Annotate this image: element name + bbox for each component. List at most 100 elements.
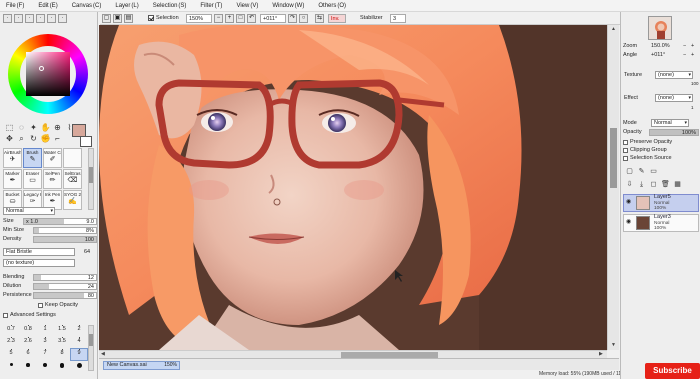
menu-others[interactable]: Others(O) xyxy=(312,3,346,9)
size-preset[interactable]: 7 xyxy=(37,349,53,360)
new-linework-layer-icon[interactable]: ✎ xyxy=(637,167,646,176)
new-layer-icon[interactable]: ▢ xyxy=(625,167,634,176)
brush-brush[interactable]: Brush ✎ xyxy=(23,148,42,168)
size-preset[interactable]: 8 xyxy=(54,349,70,360)
angle-minus-icon[interactable]: − xyxy=(683,52,686,59)
zoom-plus-icon[interactable]: + xyxy=(691,43,694,50)
panel-toggle-5[interactable]: · xyxy=(47,14,56,23)
delete-layer-icon[interactable]: 🗑 xyxy=(661,180,670,189)
menu-view[interactable]: View(V) xyxy=(230,3,258,9)
brush-airbrush[interactable]: AirBrush ✈ xyxy=(3,148,22,168)
size-preset[interactable]: 0.8 xyxy=(20,325,36,336)
menu-canvas[interactable]: Canvas(C) xyxy=(66,3,102,9)
layer-opacity-slider[interactable]: 100% xyxy=(649,129,699,136)
vertical-scroll-thumb[interactable] xyxy=(610,128,617,188)
hand-icon[interactable]: ✋ xyxy=(40,122,51,133)
magic-wand-icon[interactable]: ✦ xyxy=(28,122,39,133)
layer-texture-select[interactable]: (none) xyxy=(655,71,693,79)
zoom-out-button[interactable]: − xyxy=(214,14,223,23)
saturation-value-square[interactable] xyxy=(26,52,70,96)
blending-param[interactable]: Blending 12 xyxy=(3,274,97,281)
merge-down-icon[interactable]: ⤓ xyxy=(637,180,646,189)
clipping-group-checkbox[interactable] xyxy=(623,147,628,153)
layer-row[interactable]: ◉ Layer3 Normal 100% xyxy=(623,214,699,232)
layer-mode-select[interactable]: Normal xyxy=(651,119,689,127)
size-param[interactable]: Size x 1.0 9.0 xyxy=(3,218,97,225)
angle-plus-icon[interactable]: + xyxy=(691,52,694,59)
size-preset[interactable]: 2 xyxy=(71,325,87,336)
brush-water-color[interactable]: Water Color✐ xyxy=(43,148,62,168)
size-preset[interactable]: 1 xyxy=(37,325,53,336)
persistence-slider[interactable]: 80 xyxy=(33,292,97,299)
zoom-minus-icon[interactable]: − xyxy=(683,43,686,50)
blend-mode-select[interactable]: Normal xyxy=(3,207,55,215)
panel-toggle-2[interactable]: · xyxy=(14,14,23,23)
blending-slider[interactable]: 12 xyxy=(33,274,97,281)
transfer-down-icon[interactable]: ⇩ xyxy=(625,180,634,189)
advanced-settings-checkbox[interactable] xyxy=(3,312,8,318)
size-preset[interactable] xyxy=(3,361,19,372)
invert-button[interactable]: Inv. xyxy=(328,14,346,23)
size-preset[interactable] xyxy=(54,361,70,372)
size-preset[interactable]: 1.5 xyxy=(54,325,70,336)
brush-grid-scrollbar[interactable] xyxy=(88,148,94,210)
brush-selpen[interactable]: SelPen ✏ xyxy=(43,169,62,189)
size-preset[interactable]: 2.3 xyxy=(3,337,19,348)
keep-opacity-row[interactable]: Keep Opacity xyxy=(38,302,78,308)
panel-toggle-3[interactable]: · xyxy=(25,14,34,23)
size-preset[interactable] xyxy=(37,361,53,372)
rotate-reset-button[interactable]: ○ xyxy=(299,14,308,23)
menu-edit[interactable]: Edit(E) xyxy=(32,3,57,9)
menu-file[interactable]: File(F) xyxy=(0,3,24,9)
zoom-in-button[interactable]: + xyxy=(225,14,234,23)
brush-eraser[interactable]: Eraser ▭ xyxy=(23,169,42,189)
size-preset[interactable]: 5 xyxy=(3,349,19,360)
selection-checkbox[interactable] xyxy=(148,15,154,21)
size-preset-scrollbar[interactable] xyxy=(88,325,94,371)
canvas[interactable] xyxy=(99,25,607,350)
select-rect-icon[interactable]: ⬚ xyxy=(4,122,15,133)
size-preset[interactable]: 4 xyxy=(71,337,87,348)
brush-syog-2[interactable]: SYOG 2 ✍ xyxy=(63,190,82,210)
zoom-reset-button[interactable]: □ xyxy=(236,14,245,23)
dilution-param[interactable]: Dilution 24 xyxy=(3,283,97,290)
layer-mask-icon[interactable]: ▦ xyxy=(673,180,682,189)
density-slider[interactable]: 100 xyxy=(33,236,97,243)
density-param[interactable]: Density 100 xyxy=(3,236,97,243)
rotate-left-button[interactable]: ↶ xyxy=(247,14,256,23)
size-preset[interactable]: 2.6 xyxy=(20,337,36,348)
size-preset[interactable]: 3.5 xyxy=(54,337,70,348)
size-preset[interactable]: 0.7 xyxy=(3,325,19,336)
brush-texture-select[interactable]: (no texture) xyxy=(3,259,75,267)
zoom-icon[interactable]: ⊕ xyxy=(52,122,63,133)
secondary-color-swatch[interactable] xyxy=(80,136,92,147)
panel-toggle-4[interactable]: · xyxy=(36,14,45,23)
color-wheel[interactable] xyxy=(8,34,88,114)
scroll-down-arrow-icon[interactable]: ▼ xyxy=(611,342,616,348)
min-size-slider[interactable]: 8% xyxy=(33,227,97,234)
panel-toggle-1[interactable]: · xyxy=(3,14,12,23)
selection-source-checkbox[interactable] xyxy=(623,155,628,161)
menu-window[interactable]: Window(W) xyxy=(266,3,304,9)
size-preset[interactable] xyxy=(20,361,36,372)
rotation-field[interactable]: +011° xyxy=(260,14,286,23)
rotate-right-button[interactable]: ↷ xyxy=(288,14,297,23)
dilution-slider[interactable]: 24 xyxy=(33,283,97,290)
eye-icon[interactable]: ◉ xyxy=(626,219,633,226)
flip-button[interactable]: ⇆ xyxy=(315,14,324,23)
brush-marker[interactable]: Marker ✒ xyxy=(3,169,22,189)
navigator-thumbnail[interactable] xyxy=(648,16,672,40)
zoom-value[interactable]: 150.0% xyxy=(651,43,670,50)
subscribe-button[interactable]: Subscribe xyxy=(645,363,700,379)
scroll-right-arrow-icon[interactable]: ▶ xyxy=(599,351,603,357)
brush-shape-select[interactable]: Flat Bristle xyxy=(3,248,75,256)
magnify-icon[interactable]: ⌕ xyxy=(16,133,27,144)
zoom-field[interactable]: 150% xyxy=(186,14,212,23)
document-tab[interactable]: New Canvas.sai 150% xyxy=(103,361,180,370)
eyedropper-icon[interactable]: ⌇ xyxy=(64,122,75,133)
size-slider[interactable]: x 1.0 9.0 xyxy=(23,218,97,225)
menu-selection[interactable]: Selection(S) xyxy=(147,3,187,9)
canvas-horizontal-scrollbar[interactable]: ◀ ▶ xyxy=(99,350,607,358)
preserve-opacity-checkbox[interactable] xyxy=(623,139,628,145)
size-preset[interactable]: 3 xyxy=(37,337,53,348)
